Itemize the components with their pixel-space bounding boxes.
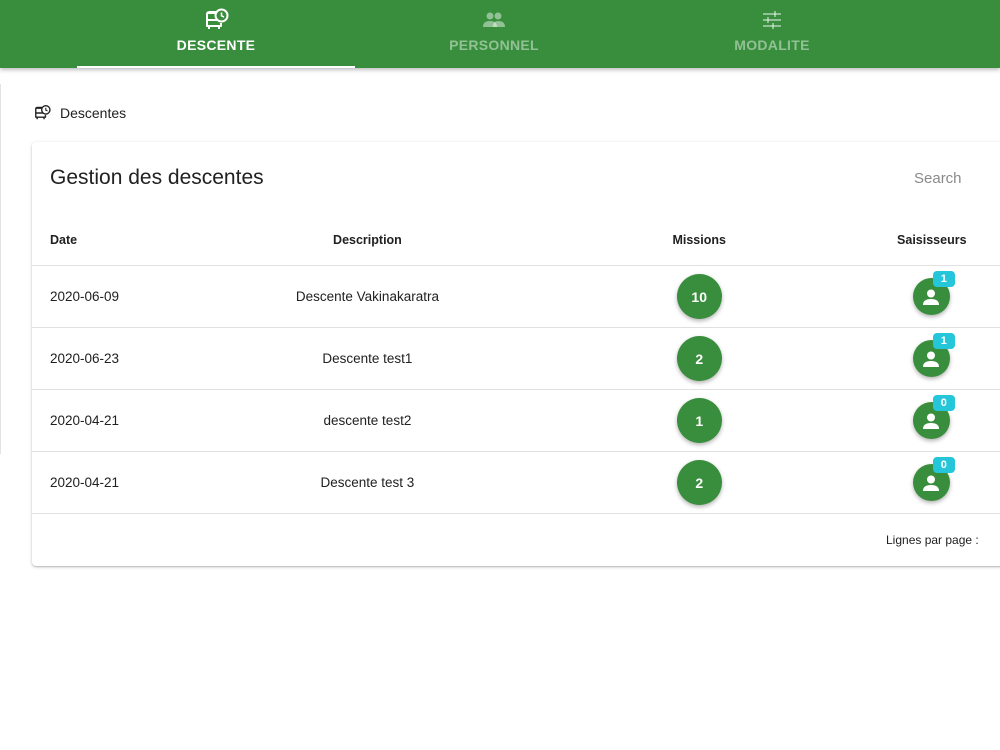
person-icon — [923, 351, 940, 367]
breadcrumb-label: Descentes — [60, 105, 127, 121]
table-row[interactable]: 2020-06-23 Descente test1 2 1 — [32, 327, 1000, 390]
card-title: Gestion des descentes — [50, 166, 264, 189]
rows-per-page-label: Lignes par page : — [886, 533, 979, 547]
saisisseurs-control: 0 — [912, 395, 955, 440]
missions-count-button[interactable]: 1 — [676, 398, 722, 443]
cell-missions: 2 — [534, 327, 864, 390]
descentes-table: Date Description Missions Saisisseurs 20… — [32, 215, 1000, 514]
top-tab-bar: DESCENTE PERSONNEL MODALITE — [0, 0, 1000, 68]
saisisseurs-count-badge: 0 — [932, 457, 955, 473]
saisisseurs-control: 0 — [912, 457, 955, 502]
cell-missions: 10 — [534, 265, 864, 328]
saisisseurs-count-badge: 1 — [932, 271, 955, 287]
cell-saisisseurs: 0 — [863, 451, 1000, 514]
tune-icon — [761, 8, 783, 32]
cell-description: descente test2 — [200, 389, 535, 452]
bus-clock-icon — [33, 104, 51, 122]
cell-date: 2020-06-23 — [32, 327, 201, 390]
cell-saisisseurs: 1 — [863, 265, 1000, 328]
cell-description: Descente test 3 — [200, 451, 535, 514]
active-tab-indicator — [77, 66, 355, 68]
cell-saisisseurs: 1 — [863, 327, 1000, 390]
column-header-date[interactable]: Date — [32, 215, 201, 266]
table-header-row: Date Description Missions Saisisseurs — [32, 215, 1000, 266]
missions-count-button[interactable]: 2 — [676, 460, 722, 505]
table-pagination-footer: Lignes par page : — [32, 514, 1000, 564]
tab-label: MODALITE — [734, 37, 810, 53]
column-header-description[interactable]: Description — [200, 215, 535, 266]
tab-personnel[interactable]: PERSONNEL — [355, 0, 633, 68]
tab-descente[interactable]: DESCENTE — [77, 0, 355, 68]
tab-modalite[interactable]: MODALITE — [633, 0, 911, 68]
search-input[interactable] — [912, 164, 1000, 192]
cell-date: 2020-04-21 — [32, 451, 201, 514]
table-row[interactable]: 2020-06-09 Descente Vakinakaratra 10 1 — [32, 265, 1000, 328]
tab-label: DESCENTE — [176, 37, 256, 53]
breadcrumb: Descentes — [33, 104, 126, 122]
person-icon — [923, 475, 940, 491]
person-icon — [923, 413, 940, 429]
cell-date: 2020-06-09 — [32, 265, 201, 328]
cell-date: 2020-04-21 — [32, 389, 201, 452]
missions-count-button[interactable]: 2 — [676, 336, 722, 381]
saisisseurs-count-badge: 1 — [932, 333, 955, 349]
cell-saisisseurs: 0 — [863, 389, 1000, 452]
sidebar-edge — [0, 84, 1, 454]
table-row[interactable]: 2020-04-21 Descente test 3 2 0 — [32, 451, 1000, 514]
table-row[interactable]: 2020-04-21 descente test2 1 0 — [32, 389, 1000, 452]
person-icon — [923, 289, 940, 305]
saisisseurs-count-badge: 0 — [932, 395, 955, 411]
cell-description: Descente test1 — [200, 327, 535, 390]
column-header-saisisseurs[interactable]: Saisisseurs — [863, 215, 1000, 266]
saisisseurs-control: 1 — [912, 271, 955, 316]
missions-count-button[interactable]: 10 — [676, 274, 722, 319]
bus-clock-icon — [203, 8, 229, 32]
tab-label: PERSONNEL — [449, 37, 539, 53]
cell-missions: 2 — [534, 451, 864, 514]
descentes-card: Gestion des descentes Date Description M… — [32, 142, 1000, 566]
cell-missions: 1 — [534, 389, 864, 452]
saisisseurs-control: 1 — [912, 333, 955, 378]
cell-description: Descente Vakinakaratra — [200, 265, 535, 328]
column-header-missions[interactable]: Missions — [534, 215, 864, 266]
people-icon — [481, 8, 507, 32]
